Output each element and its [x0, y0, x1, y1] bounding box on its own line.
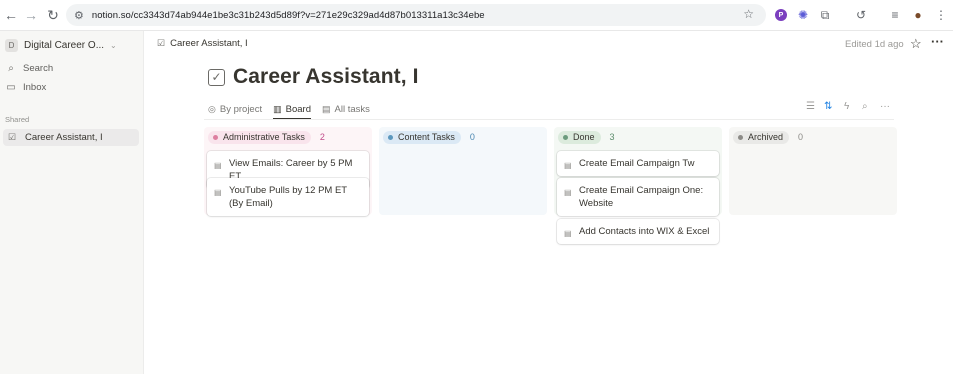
- workspace-switcher[interactable]: D Digital Career O... ⌄: [5, 37, 117, 53]
- reading-list-icon[interactable]: ≡: [885, 5, 905, 25]
- card-title: Create Email Campaign One: Website: [579, 185, 704, 209]
- page-icon: ▤: [564, 161, 572, 170]
- board-column-archived: Archived 0: [729, 127, 897, 215]
- tab-board[interactable]: ▥ Board: [273, 100, 311, 120]
- bookmark-star-icon[interactable]: ☆: [743, 7, 754, 21]
- page-title[interactable]: Career Assistant, I: [233, 65, 419, 89]
- status-label: Done: [573, 132, 595, 142]
- status-label: Content Tasks: [398, 132, 455, 142]
- status-dot: [738, 134, 743, 140]
- status-dot: [388, 134, 393, 140]
- column-header[interactable]: Done 3: [558, 130, 615, 144]
- status-pill: Archived: [733, 130, 790, 144]
- history-icon[interactable]: ↺: [851, 5, 871, 25]
- task-card[interactable]: ▤ YouTube Pulls by 12 PM ET (By Email): [207, 178, 369, 216]
- status-label: Administrative Tasks: [223, 132, 305, 142]
- workspace-avatar: D: [5, 38, 18, 52]
- card-title: YouTube Pulls by 12 PM ET (By Email): [229, 185, 347, 209]
- forward-icon[interactable]: →: [20, 4, 42, 26]
- card-title: Add Contacts into WIX & Excel: [579, 226, 710, 237]
- tab-label: Board: [285, 103, 311, 115]
- shared-section-label: Shared: [5, 115, 30, 124]
- column-count: 3: [609, 132, 615, 142]
- column-header[interactable]: Archived 0: [733, 130, 803, 144]
- task-card[interactable]: ▤ Create Email Campaign Tw: [557, 151, 719, 176]
- automation-bolt-icon[interactable]: ϟ: [844, 101, 849, 112]
- status-dot: [213, 134, 218, 140]
- tabs-divider: [204, 119, 894, 120]
- account-avatar-icon[interactable]: ●: [908, 5, 928, 25]
- status-label: Archived: [748, 132, 784, 142]
- status-pill: Administrative Tasks: [208, 130, 311, 144]
- column-count: 2: [319, 132, 325, 142]
- status-pill: Done: [558, 130, 601, 144]
- column-header[interactable]: Content Tasks 0: [383, 130, 475, 144]
- sidebar-item-career-assistant[interactable]: ☑ Career Assistant, I: [3, 129, 139, 146]
- chevron-down-icon: ⌄: [110, 40, 117, 50]
- url-text: notion.so/cc3343d74ab944e1be3c31b243d5d8…: [91, 9, 485, 21]
- back-icon[interactable]: ←: [0, 4, 22, 26]
- page-icon: ▤: [214, 188, 222, 197]
- status-pill: Content Tasks: [383, 130, 461, 144]
- view-more-icon[interactable]: ···: [880, 101, 890, 112]
- tab-all-tasks[interactable]: ▤ All tasks: [322, 100, 370, 118]
- column-count: 0: [798, 132, 804, 142]
- favorite-star-icon[interactable]: ☆: [910, 36, 922, 52]
- puzzle-extensions-icon[interactable]: ⧉: [815, 5, 835, 25]
- page-icon: ▤: [214, 161, 222, 170]
- sidebar-item-label: Career Assistant, I: [25, 132, 103, 143]
- table-icon: ▤: [321, 103, 331, 114]
- tab-label: By project: [219, 103, 263, 115]
- page-icon: ▤: [564, 188, 572, 197]
- sort-icon[interactable]: ⇅: [824, 101, 832, 112]
- browser-menu-icon[interactable]: ⋮: [931, 5, 951, 25]
- board-icon: ▥: [273, 103, 282, 114]
- edited-timestamp[interactable]: Edited 1d ago: [845, 39, 904, 50]
- task-card[interactable]: ▤ Create Email Campaign One: Website: [557, 178, 719, 216]
- tab-by-project[interactable]: ◎ By project: [208, 100, 262, 118]
- page-checkbox-icon[interactable]: ✓: [208, 68, 225, 86]
- sidebar-item-inbox[interactable]: ▭ Inbox: [5, 79, 46, 95]
- view-tabs: ◎ By project ▥ Board ▤ All tasks: [208, 100, 381, 120]
- workspace-name: Digital Career O...: [24, 39, 105, 51]
- status-dot: [563, 134, 568, 140]
- address-bar[interactable]: ⚙ notion.so/cc3343d74ab944e1be3c31b243d5…: [66, 4, 766, 26]
- tab-label: All tasks: [334, 103, 370, 115]
- search-icon: ⌕: [8, 62, 14, 74]
- breadcrumb-label: Career Assistant, I: [170, 38, 248, 49]
- site-settings-icon[interactable]: ⚙: [74, 9, 84, 22]
- search-icon[interactable]: ⌕: [862, 101, 868, 112]
- filter-icon[interactable]: ☰: [806, 101, 815, 112]
- sidebar: D Digital Career O... ⌄ ⌕ Search ▭ Inbox…: [0, 31, 144, 374]
- browser-toolbar: ← → ↻ ⚙ notion.so/cc3343d74ab944e1be3c31…: [0, 0, 953, 31]
- board-column-content: Content Tasks 0: [379, 127, 547, 215]
- card-title: Create Email Campaign Tw: [579, 158, 695, 169]
- profile-extension-icon[interactable]: P: [771, 5, 791, 25]
- sidebar-item-label: Inbox: [23, 81, 47, 93]
- reload-icon[interactable]: ↻: [42, 4, 64, 26]
- target-icon: ◎: [208, 103, 216, 114]
- breadcrumb[interactable]: ☑ Career Assistant, I: [157, 38, 248, 49]
- page-header: ✓ Career Assistant, I: [208, 65, 419, 89]
- column-count: 0: [469, 132, 475, 142]
- checkbox-icon: ☑: [157, 38, 166, 48]
- sidebar-item-label: Search: [23, 62, 54, 74]
- sidebar-item-search[interactable]: ⌕ Search: [5, 60, 53, 76]
- gear-extension-icon[interactable]: ✺: [793, 5, 813, 25]
- task-card[interactable]: ▤ Add Contacts into WIX & Excel: [557, 219, 719, 244]
- page-icon: ▤: [564, 229, 572, 238]
- inbox-icon: ▭: [6, 81, 16, 93]
- column-header[interactable]: Administrative Tasks 2: [208, 130, 325, 144]
- more-options-icon[interactable]: ···: [931, 34, 944, 49]
- checkbox-icon: ☑: [7, 132, 17, 142]
